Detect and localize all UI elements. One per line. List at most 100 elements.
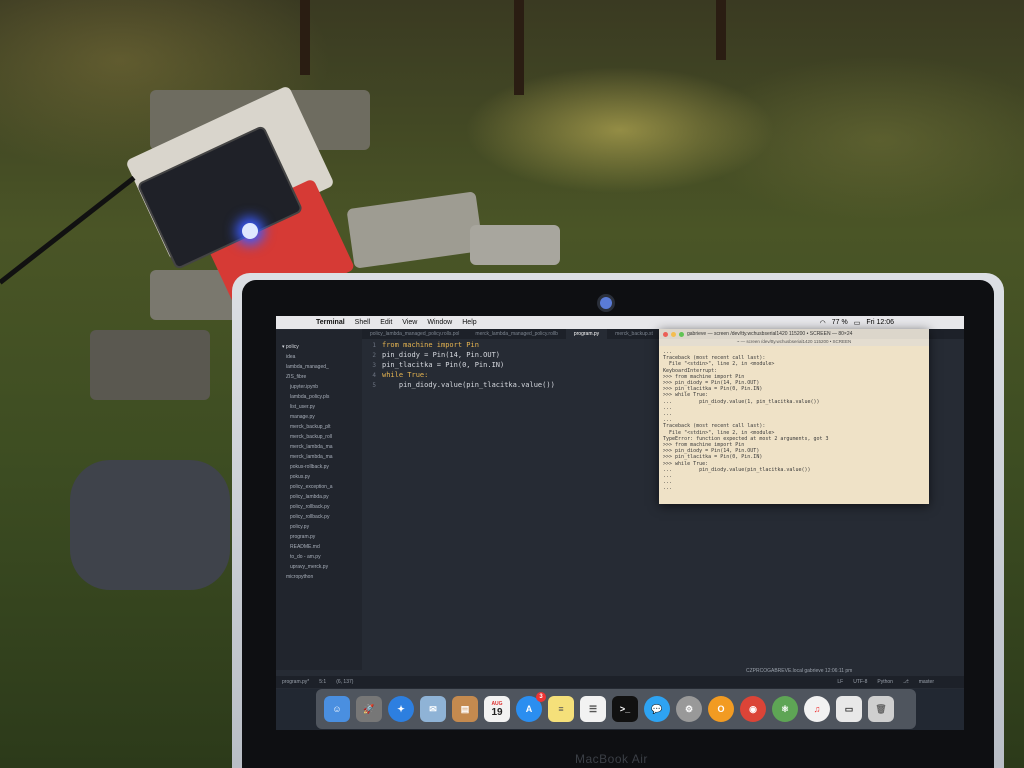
code-line: 4 while True: <box>362 370 662 380</box>
terminal-tab-title: ~ — screen /dev/tty.wchusbserial1420 115… <box>659 339 929 346</box>
usb-cable <box>0 175 136 285</box>
tree-item[interactable]: pokus.py <box>290 474 370 482</box>
status-grammar[interactable]: Python <box>877 679 893 685</box>
reminders-icon[interactable]: ☰ <box>580 696 606 722</box>
code-area[interactable]: 1 from machine import Pin 2 pin_diody = Pin… <box>362 340 662 390</box>
launchpad-icon[interactable]: 🚀 <box>356 696 382 722</box>
code-line: 1 from machine import Pin <box>362 340 662 350</box>
tree-item[interactable]: idea <box>286 354 366 362</box>
status-branch[interactable]: master <box>919 679 934 685</box>
menu-clock[interactable]: Fri 12:06 <box>866 319 894 326</box>
tree-item[interactable]: merck_backup_roll <box>290 434 370 442</box>
atom-icon[interactable]: ⚛ <box>772 696 798 722</box>
stone <box>70 460 230 590</box>
tree-item[interactable]: README.md <box>290 544 370 552</box>
terminal-titlebar[interactable]: gabrieve — screen /dev/tty.wchusbserial1… <box>659 329 929 339</box>
tree-item[interactable]: policy_rollback.py <box>290 514 370 522</box>
editor-status-bar: program.py* 5:1 (6, 137) LF UTF-8 Python… <box>276 676 964 688</box>
status-selection: (6, 137) <box>336 679 354 685</box>
tree-item[interactable]: lambda_managed_ <box>286 364 366 372</box>
tree-item[interactable]: policy_lambda.py <box>290 494 370 502</box>
tree-item[interactable]: policy_exception_a <box>290 484 370 492</box>
documents-icon[interactable]: ▭ <box>836 696 862 722</box>
line-number: 3 <box>372 361 376 369</box>
status-host: CZPRCOGABREVE.local gabrieve 12:06:11 pm <box>746 668 853 674</box>
tree-item[interactable]: upravy_merck.py <box>290 564 370 572</box>
line-number: 4 <box>372 371 376 379</box>
tree-root-folder[interactable]: ▾ policy <box>282 344 362 352</box>
tree-item[interactable]: list_user.py <box>290 404 370 412</box>
terminal-icon[interactable]: >_ <box>612 696 638 722</box>
git-branch-icon: ⎇ <box>902 679 909 685</box>
stone <box>346 191 484 269</box>
zoom-button[interactable] <box>679 331 684 337</box>
tree-item[interactable]: manage.py <box>290 414 370 422</box>
notes-icon[interactable]: ≡ <box>548 696 574 722</box>
app-store-icon[interactable]: A 3 <box>516 692 546 722</box>
wooden-post <box>300 0 310 75</box>
calendar-icon[interactable]: AUG 19 <box>484 696 510 722</box>
wooden-post <box>716 0 726 60</box>
status-position[interactable]: 5:1 <box>319 679 326 685</box>
tree-item[interactable]: merck_lambda_ma <box>290 454 370 462</box>
wifi-icon[interactable]: ◠ <box>820 319 826 327</box>
tree-item[interactable]: to_do - am.py <box>290 554 370 562</box>
tree-item[interactable]: policy.py <box>290 524 370 532</box>
itunes-icon[interactable]: ♫ <box>804 696 830 722</box>
close-button[interactable] <box>663 331 668 337</box>
tree-item[interactable]: lambda_policy.pls <box>290 394 370 402</box>
tree-item[interactable]: jupyter.ipynb <box>290 384 370 392</box>
stone <box>470 225 560 265</box>
editor-tab[interactable]: merck_backup.st <box>607 329 661 339</box>
tree-item[interactable]: policy_rollback.py <box>290 504 370 512</box>
menu-window[interactable]: Window <box>427 319 452 326</box>
editor-tab[interactable]: merck_lambda_managed_policy.rollb <box>467 329 565 339</box>
code-text: pin_diody.value(pin_tlacitka.value()) <box>382 381 555 389</box>
tree-item[interactable]: pokus-rollback.py <box>290 464 370 472</box>
contacts-icon[interactable]: ▤ <box>452 696 478 722</box>
tree-item[interactable]: merck_backup_plt <box>290 424 370 432</box>
battery-status[interactable]: 77 % <box>832 319 848 326</box>
mail-icon[interactable]: ✉ <box>420 696 446 722</box>
code-line: 3 pin_tlacitka = Pin(0, Pin.IN) <box>362 360 662 370</box>
menu-view[interactable]: View <box>402 319 417 326</box>
tree-item[interactable]: program.py <box>290 534 370 542</box>
minimize-button[interactable] <box>671 331 676 337</box>
tree-item[interactable]: ZIS_fibre <box>286 374 366 382</box>
chrome-icon[interactable]: ◉ <box>740 696 766 722</box>
menu-shell[interactable]: Shell <box>355 319 371 326</box>
laptop-brand: MacBook Air <box>575 752 648 766</box>
editor-tab-active[interactable]: program.py <box>565 329 608 339</box>
system-preferences-icon[interactable]: ⚙ <box>676 696 702 722</box>
tree-root-label: policy <box>285 344 299 350</box>
tree-item[interactable]: merck_lambda_ma <box>290 444 370 452</box>
battery-icon: ▭ <box>853 319 861 327</box>
vlc-icon[interactable]: O <box>708 696 734 722</box>
tree-item[interactable]: micropython <box>286 574 366 582</box>
line-number: 5 <box>372 381 376 389</box>
code-text: from machine import Pin <box>382 341 479 349</box>
status-encoding[interactable]: UTF-8 <box>853 679 867 685</box>
stone <box>90 330 210 400</box>
project-tree: ▾ policy idea lambda_managed_ ZIS_fibre jup… <box>276 330 362 670</box>
calendar-day: 19 <box>491 706 503 718</box>
terminal-window: gabrieve — screen /dev/tty.wchusbserial1… <box>659 329 929 504</box>
code-text: pin_diody = Pin(14, Pin.OUT) <box>382 351 501 359</box>
webcam <box>600 297 612 309</box>
finder-icon[interactable]: ☺ <box>324 696 350 722</box>
code-text: while True: <box>382 371 429 379</box>
terminal-output[interactable]: ... Traceback (most recent call last): F… <box>659 346 929 495</box>
menu-app-name[interactable]: Terminal <box>316 319 345 326</box>
line-number: 1 <box>372 341 376 349</box>
status-file[interactable]: program.py* <box>282 679 309 685</box>
menu-edit[interactable]: Edit <box>380 319 392 326</box>
messages-icon[interactable]: 💬 <box>644 696 670 722</box>
editor-tab[interactable]: policy_lambda_managed_policy.rolls.pol <box>362 329 467 339</box>
status-line-ending[interactable]: LF <box>837 679 843 685</box>
safari-icon[interactable]: ✦ <box>388 696 414 722</box>
wooden-post <box>514 0 524 95</box>
app-store-badge: 3 <box>536 692 546 702</box>
code-text: pin_tlacitka = Pin(0, Pin.IN) <box>382 361 505 369</box>
trash-icon[interactable]: 🗑 <box>868 696 894 722</box>
menu-help[interactable]: Help <box>462 319 476 326</box>
